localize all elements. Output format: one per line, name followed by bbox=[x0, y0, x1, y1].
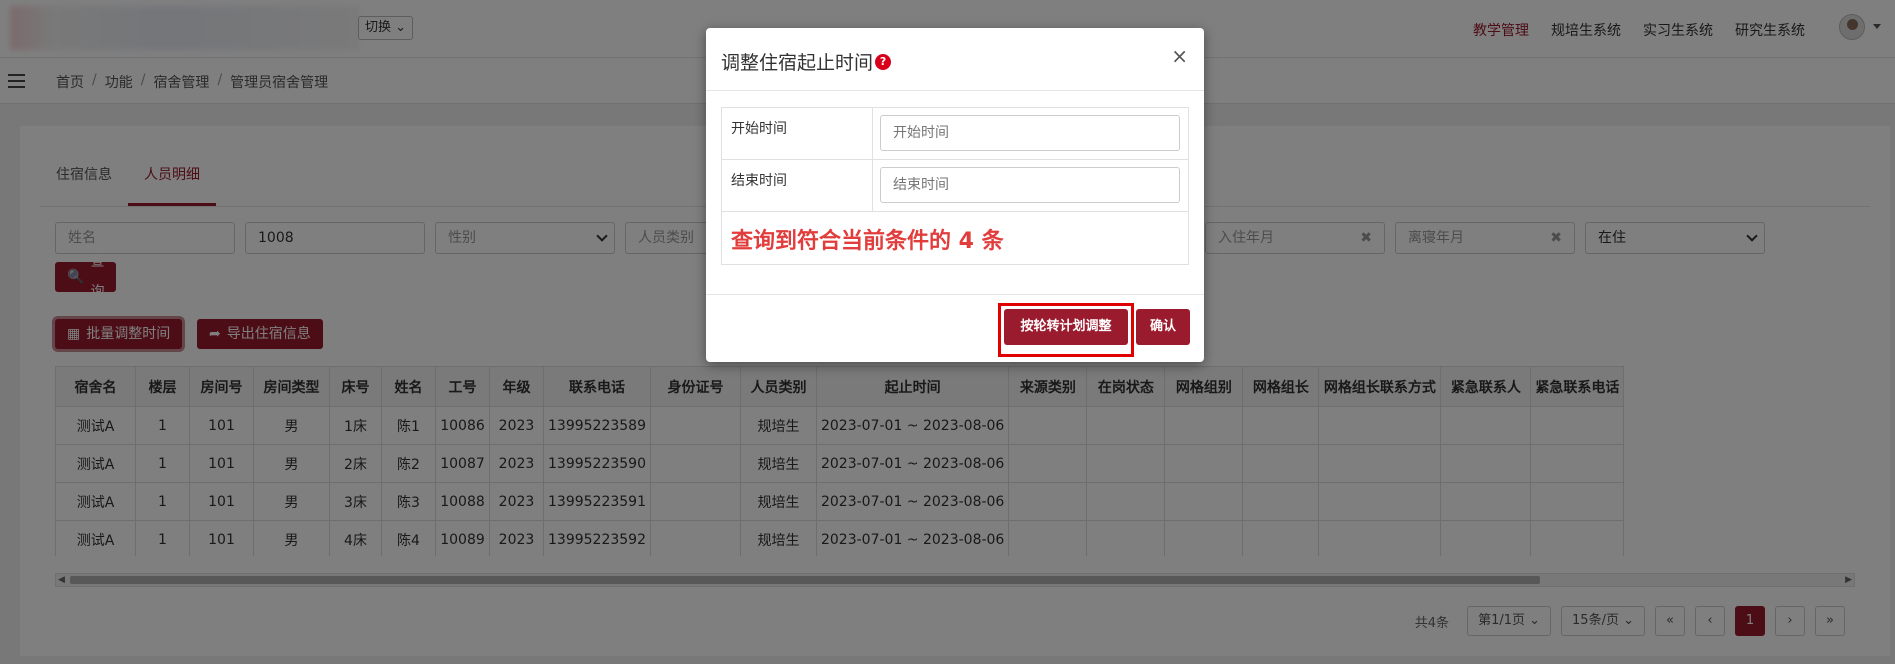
modal-form: 开始时间 结束时间 查询到符合当前条件的 4 条 bbox=[721, 107, 1189, 265]
adjust-by-rotation-plan-button[interactable]: 按轮转计划调整 bbox=[1004, 309, 1128, 345]
result-row: 查询到符合当前条件的 4 条 bbox=[722, 212, 1188, 264]
modal-title-text: 调整住宿起止时间 bbox=[721, 52, 874, 74]
modal-title: 调整住宿起止时间 ? bbox=[721, 48, 892, 75]
help-icon[interactable]: ? bbox=[875, 53, 892, 70]
adjust-time-modal: 调整住宿起止时间 ? × 开始时间 结束时间 查询到符合当前条件的 4 条 按轮… bbox=[706, 28, 1204, 362]
confirm-button[interactable]: 确认 bbox=[1136, 309, 1190, 345]
start-time-input[interactable] bbox=[880, 115, 1180, 151]
start-time-row: 开始时间 bbox=[722, 108, 1188, 160]
modal-header: 调整住宿起止时间 ? × bbox=[706, 28, 1204, 91]
modal-footer: 按轮转计划调整 确认 bbox=[706, 294, 1204, 362]
end-time-row: 结束时间 bbox=[722, 160, 1188, 212]
end-time-label: 结束时间 bbox=[731, 173, 787, 189]
close-icon[interactable]: × bbox=[1171, 44, 1188, 68]
end-time-input[interactable] bbox=[880, 167, 1180, 203]
result-count-text: 查询到符合当前条件的 4 条 bbox=[731, 229, 1004, 254]
start-time-label: 开始时间 bbox=[731, 121, 787, 137]
